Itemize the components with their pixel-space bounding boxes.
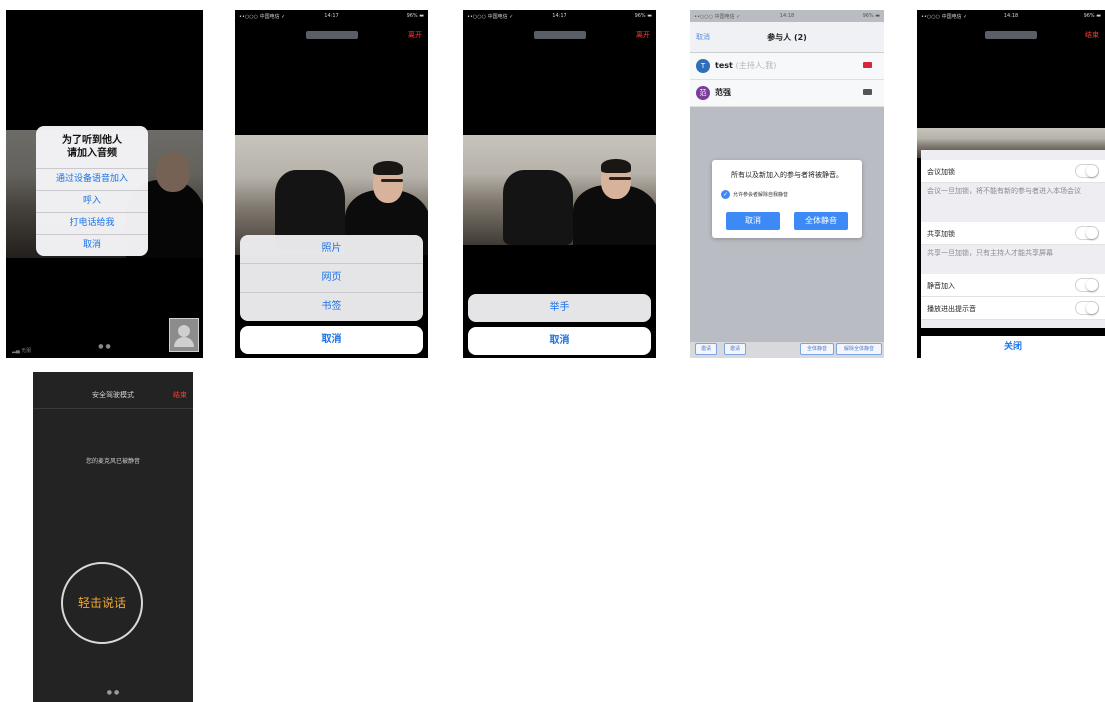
- mute-on-join-label: 静音加入: [927, 282, 955, 290]
- mute-on-join-toggle[interactable]: [1075, 278, 1099, 292]
- participants-title: 参与人 (2): [767, 33, 807, 42]
- page-indicator: ● ●: [106, 689, 120, 696]
- dialog-cancel-button[interactable]: 取消: [726, 212, 780, 230]
- lock-share-description: 共享一旦加锁，只有主持人才能共享屏幕: [927, 249, 1053, 257]
- meeting-title: [463, 22, 656, 48]
- status-bar: ••○○○ 中国电信 ✓ 14:18 96% ▬: [921, 13, 1101, 20]
- dial-in-button[interactable]: 呼入: [36, 190, 148, 212]
- lock-meeting-description: 会议一旦加锁，将不能有新的参与者进入本场会议: [927, 187, 1081, 195]
- tap-to-speak-button[interactable]: 轻击说话: [61, 562, 143, 644]
- play-chime-toggle[interactable]: [1075, 301, 1099, 315]
- participants-toolbar: 邀请 邀请 全体静音 解除全体静音: [690, 342, 884, 358]
- settings-panel: 会议加锁 会议一旦加锁，将不能有新的参与者进入本场会议 共享加锁 共享一旦加锁，…: [921, 150, 1105, 328]
- screen-safe-driving: 安全驾驶模式 结束 您的麦克风已被静音 轻击说话 ● ●: [33, 372, 193, 702]
- checkbox-icon[interactable]: ✓: [721, 190, 730, 199]
- video-feed: [463, 135, 656, 245]
- screen-participants: ••○○○ 中国电信 ✓ 14:18 96% ▬ 取消 参与人 (2) T test…: [690, 10, 884, 358]
- join-via-device-audio-button[interactable]: 通过设备语音加入: [36, 168, 148, 190]
- play-chime-label: 播放进出提示音: [927, 305, 976, 313]
- dialog-title: 为了听到他人 请加入音频: [62, 135, 122, 159]
- meeting-title: [235, 22, 428, 48]
- participant-name: test (主持人,我): [715, 61, 777, 70]
- leave-button[interactable]: 离开: [636, 30, 650, 40]
- invite-button[interactable]: 邀请: [695, 343, 717, 355]
- video-camera-icon[interactable]: [863, 62, 872, 68]
- call-me-button[interactable]: 打电话给我: [36, 212, 148, 234]
- share-bookmark-option[interactable]: 书签: [240, 292, 423, 321]
- page-title: 安全驾驶模式: [92, 391, 134, 399]
- mute-all-dialog: 所有以及新加入的参与者将被静音。 ✓ 允许参会者解除自我静音 取消 全体静音: [712, 160, 862, 238]
- share-webpage-option[interactable]: 网页: [240, 263, 423, 292]
- close-button[interactable]: 关闭: [921, 336, 1105, 358]
- status-bar: ••○○○ 中国电信 ✓ 14:18 96% ▬: [694, 13, 880, 20]
- participant-name: 范强: [715, 88, 731, 97]
- meeting-title: [917, 22, 1105, 48]
- invite-button[interactable]: 邀请: [724, 343, 746, 355]
- signal-indicator: ▂▄ 无服: [12, 348, 32, 354]
- screen-join-audio: 为了听到他人 请加入音频 通过设备语音加入 呼入 打电话给我 取消 ● ● ▂▄…: [6, 10, 203, 358]
- share-photo-option[interactable]: 照片: [240, 235, 423, 263]
- leave-button[interactable]: 离开: [408, 30, 422, 40]
- end-meeting-button[interactable]: 结束: [1085, 30, 1099, 40]
- screen-meeting-settings: ••○○○ 中国电信 ✓ 14:18 96% ▬ 结束 会议加锁 会议一旦加锁，将不…: [917, 10, 1105, 358]
- avatar: 范: [696, 86, 710, 100]
- cancel-button[interactable]: 取消: [468, 327, 651, 355]
- avatar: T: [696, 59, 710, 73]
- play-chime-row: 播放进出提示音: [921, 297, 1105, 320]
- screen-share-sheet: ••○○○ 中国电信 ✓ 14:17 96% ▬ 离开 照片 网页 书签 取消: [235, 10, 428, 358]
- mute-on-join-row: 静音加入: [921, 274, 1105, 297]
- dialog-mute-all-button[interactable]: 全体静音: [794, 212, 848, 230]
- hand-options: 举手: [468, 294, 651, 322]
- dialog-message: 所有以及新加入的参与者将被静音。: [731, 171, 843, 179]
- lock-share-toggle[interactable]: [1075, 226, 1099, 240]
- lock-share-label: 共享加锁: [927, 230, 955, 238]
- share-options: 照片 网页 书签: [240, 235, 423, 321]
- lock-meeting-label: 会议加锁: [927, 168, 955, 176]
- raise-hand-option[interactable]: 举手: [468, 294, 651, 322]
- unmute-all-button[interactable]: 解除全体静音: [836, 343, 882, 355]
- video-camera-icon[interactable]: [863, 89, 872, 95]
- self-video-thumbnail[interactable]: [169, 318, 199, 352]
- status-bar: ••○○○ 中国电信 ✓ 14:17 96% ▬: [239, 13, 424, 20]
- participants-nav: 取消 参与人 (2): [690, 22, 884, 53]
- cancel-button[interactable]: 取消: [36, 234, 148, 256]
- allow-self-unmute-label: 允许参会者解除自我静音: [733, 192, 789, 198]
- join-audio-dialog: 为了听到他人 请加入音频 通过设备语音加入 呼入 打电话给我 取消: [36, 126, 148, 256]
- lock-meeting-row: 会议加锁: [921, 160, 1105, 183]
- mic-muted-message: 您的麦克风已被静音: [85, 458, 140, 465]
- lock-share-row: 共享加锁: [921, 222, 1105, 245]
- divider: [33, 408, 193, 409]
- end-button[interactable]: 结束: [173, 390, 187, 400]
- lock-meeting-toggle[interactable]: [1075, 164, 1099, 178]
- status-bar: ••○○○ 中国电信 ✓ 14:17 96% ▬: [467, 13, 652, 20]
- participant-row[interactable]: 范 范强: [690, 80, 884, 107]
- cancel-button[interactable]: 取消: [240, 326, 423, 354]
- participant-row[interactable]: T test (主持人,我): [690, 53, 884, 80]
- screen-raise-hand: ••○○○ 中国电信 ✓ 14:17 96% ▬ 离开 举手 取消: [463, 10, 656, 358]
- mute-all-button[interactable]: 全体静音: [800, 343, 834, 355]
